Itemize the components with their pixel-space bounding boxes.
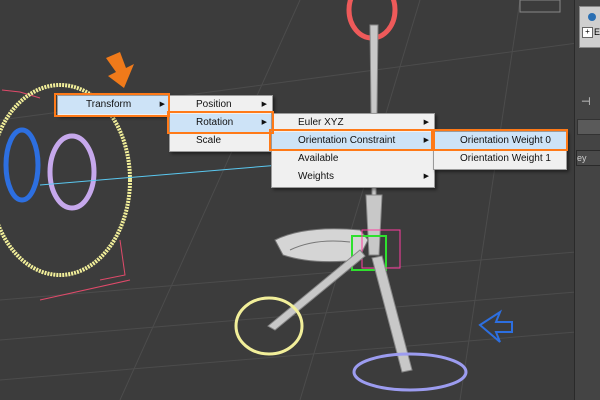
menu-item-label: Orientation Weight 0 [460,135,551,146]
menu-item-orientation-weight-0[interactable]: Orientation Weight 0 [434,132,566,150]
menu-item-weights[interactable]: Weights ▶ [272,168,434,186]
panel-button[interactable] [577,119,600,135]
explorer-item-label: E [594,27,600,37]
menu-item-scale[interactable]: Scale [170,132,272,150]
command-panel-edge: + E ⊣ ey [574,0,600,400]
context-menu-level-4: Orientation Weight 0 Orientation Weight … [433,131,567,170]
ground-grid [0,0,600,400]
context-menu-level-3: Euler XYZ ▶ Orientation Constraint ▶ Ava… [271,113,435,188]
blue-control-ring [3,127,41,203]
panel-field[interactable]: ey [576,150,600,166]
3d-viewport[interactable]: Transform ▶ Position ▶ Rotation ▶ Scale … [0,0,600,400]
menu-item-position[interactable]: Position ▶ [170,96,272,114]
eye-icon[interactable] [588,13,596,21]
menu-item-orientation-constraint[interactable]: Orientation Constraint ▶ [272,132,434,150]
menu-item-orientation-weight-1[interactable]: Orientation Weight 1 [434,150,566,168]
expand-icon[interactable]: + [582,27,593,38]
lavender-ground-ring [352,352,468,392]
menu-item-label: Position [196,99,232,110]
corner-helper [519,0,561,13]
menu-item-label: Rotation [196,117,234,128]
menu-item-label: Transform [86,99,132,110]
pin-icon[interactable]: ⊣ [581,95,591,108]
menu-item-transform[interactable]: Transform ▶ [58,96,170,114]
panel-field-text: ey [577,153,587,163]
submenu-arrow-icon: ▶ [261,101,267,108]
scene-explorer-box[interactable]: + E [579,6,600,48]
menu-item-label: Scale [196,135,222,146]
submenu-arrow-icon: ▶ [423,119,429,126]
menu-item-label: Available [298,153,339,164]
purple-control-ring [47,133,97,211]
menu-item-euler-xyz[interactable]: Euler XYZ ▶ [272,114,434,132]
menu-item-label: Euler XYZ [298,117,344,128]
menu-item-label: Weights [298,171,334,182]
submenu-arrow-icon: ▶ [423,137,429,144]
scene-canvas [0,0,600,400]
submenu-arrow-icon: ▶ [423,173,429,180]
menu-item-available[interactable]: Available [272,150,434,168]
axis-line [39,164,281,186]
bounding-box-lines [1,89,131,301]
menu-item-label: Orientation Weight 1 [460,153,551,164]
menu-item-rotation[interactable]: Rotation ▶ [170,114,272,132]
submenu-arrow-icon: ▶ [159,101,165,108]
submenu-arrow-icon: ▶ [261,119,267,126]
context-menu-level-1: Transform ▶ [57,95,171,116]
menu-item-label: Orientation Constraint [298,135,396,146]
pointer-arrow-icon [106,52,134,88]
context-menu-level-2: Position ▶ Rotation ▶ Scale [169,95,273,152]
